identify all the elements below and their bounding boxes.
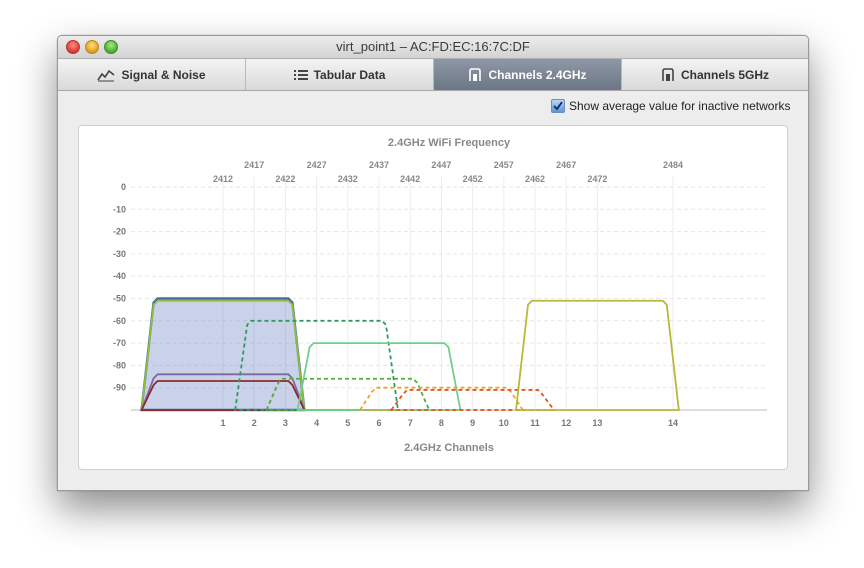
y-tick-label: -10 <box>113 204 126 214</box>
channel-tick-label: 12 <box>561 418 571 428</box>
tab-channels-5ghz[interactable]: Channels 5GHz <box>622 59 808 90</box>
channel-tick-label: 5 <box>345 418 350 428</box>
y-tick-label: -30 <box>113 249 126 259</box>
frequency-label: 2412 <box>213 174 233 184</box>
tab-signal-noise[interactable]: Signal & Noise <box>58 59 246 90</box>
y-tick-label: 0 <box>121 182 126 192</box>
frequency-label: 2457 <box>494 160 514 170</box>
tab-tabular-data[interactable]: Tabular Data <box>246 59 434 90</box>
tab-label: Channels 5GHz <box>680 67 770 82</box>
checkmark-icon <box>553 101 563 111</box>
window-title: virt_point1 – AC:FD:EC:16:7C:DF <box>336 39 530 54</box>
frequency-label: 2417 <box>244 160 264 170</box>
channel-tick-label: 10 <box>499 418 509 428</box>
network-curve <box>140 297 306 412</box>
tab-label: Signal & Noise <box>121 67 206 82</box>
frequency-label: 2442 <box>400 174 420 184</box>
channel-icon <box>661 67 675 82</box>
channel-tick-label: 2 <box>252 418 257 428</box>
channel-icon <box>468 67 482 82</box>
frequency-label: 2427 <box>307 160 327 170</box>
y-tick-label: -20 <box>113 227 126 237</box>
show-average-option[interactable]: Show average value for inactive networks <box>551 99 790 113</box>
frequency-label: 2432 <box>338 174 358 184</box>
show-average-label: Show average value for inactive networks <box>569 99 791 113</box>
frequency-label: 2484 <box>663 160 683 170</box>
y-tick-label: -50 <box>113 294 126 304</box>
title-bar[interactable]: virt_point1 – AC:FD:EC:16:7C:DF <box>58 36 808 59</box>
frequency-label: 2452 <box>463 174 483 184</box>
show-average-checkbox[interactable] <box>551 99 565 113</box>
app-window: virt_point1 – AC:FD:EC:16:7C:DF Signal &… <box>57 35 809 491</box>
tab-bar: Signal & Noise Tabular Data Channels 2.4… <box>58 59 808 91</box>
y-tick-label: -40 <box>113 271 126 281</box>
y-tick-label: -80 <box>113 360 126 370</box>
channel-tick-label: 9 <box>470 418 475 428</box>
channels-chart: 2.4GHz WiFi Frequency 2.4GHz Channels 0 -10… <box>113 137 767 454</box>
list-icon <box>293 69 308 81</box>
channel-tick-label: 1 <box>220 418 225 428</box>
channel-tick-label: 7 <box>408 418 413 428</box>
channel-tick-label: 6 <box>376 418 381 428</box>
tab-label: Tabular Data <box>313 67 386 82</box>
chart-panel: 2.4GHz WiFi Frequency 2.4GHz Channels 0 -10… <box>78 125 788 470</box>
frequency-label: 2447 <box>431 160 451 170</box>
frequency-label: 2437 <box>369 160 389 170</box>
channel-tick-label: 4 <box>314 418 319 428</box>
frequency-label: 2422 <box>275 174 295 184</box>
signal-graph-icon <box>97 68 115 82</box>
tab-label: Channels 2.4GHz <box>488 67 587 82</box>
tab-channels-24ghz[interactable]: Channels 2.4GHz <box>434 59 622 90</box>
channel-tick-label: 8 <box>439 418 444 428</box>
frequency-label: 2472 <box>587 174 607 184</box>
x-axis-label: 2.4GHz Channels <box>404 442 494 454</box>
frequency-label: 2462 <box>525 174 545 184</box>
channel-tick-label: 14 <box>668 418 678 428</box>
channel-tick-label: 13 <box>592 418 602 428</box>
frequency-label: 2467 <box>556 160 576 170</box>
y-tick-label: -60 <box>113 316 126 326</box>
chart-title: 2.4GHz WiFi Frequency <box>388 137 511 149</box>
channel-tick-label: 11 <box>530 418 540 428</box>
y-tick-label: -70 <box>113 338 126 348</box>
channel-tick-label: 3 <box>283 418 288 428</box>
y-tick-label: -90 <box>113 383 126 393</box>
